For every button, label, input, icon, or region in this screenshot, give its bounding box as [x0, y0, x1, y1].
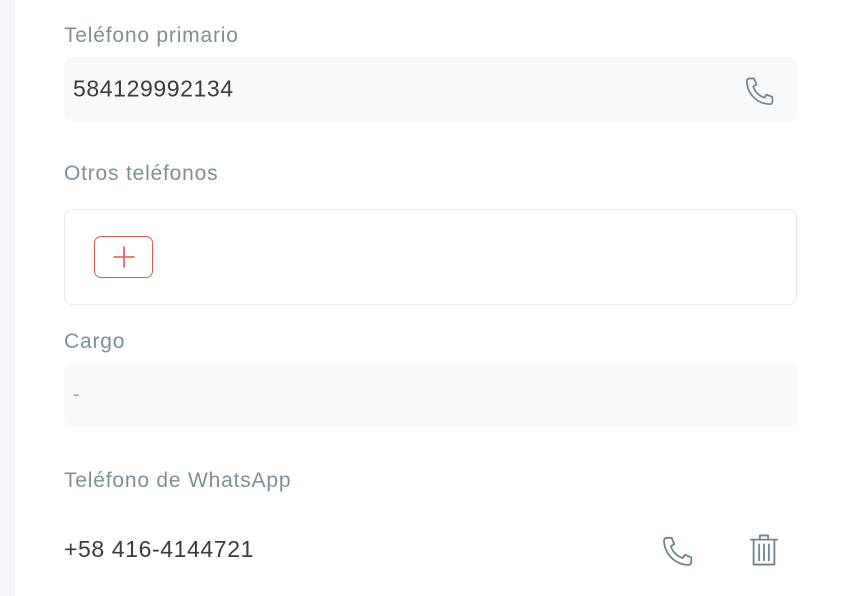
primary-phone-label: Teléfono primario — [64, 24, 239, 47]
whatsapp-phone-value: +58 416-4144721 — [64, 536, 254, 562]
add-phone-button[interactable] — [94, 236, 153, 278]
left-border-strip — [0, 0, 15, 596]
whatsapp-phone-label: Teléfono de WhatsApp — [64, 469, 292, 492]
other-phones-box — [64, 209, 797, 305]
phone-icon — [745, 77, 774, 106]
whatsapp-phone-delete-button[interactable] — [746, 531, 782, 569]
primary-phone-call-button[interactable] — [742, 73, 778, 109]
primary-phone-field: 584129992134 — [64, 57, 797, 121]
plus-icon — [112, 246, 135, 268]
primary-phone-value: 584129992134 — [73, 75, 234, 102]
whatsapp-phone-call-button[interactable] — [659, 532, 697, 570]
position-value: - — [73, 383, 81, 406]
phone-icon — [663, 536, 693, 566]
other-phones-label: Otros teléfonos — [64, 162, 219, 185]
position-field[interactable]: - — [64, 363, 797, 427]
trash-icon — [749, 534, 779, 566]
position-label: Cargo — [64, 330, 126, 353]
contact-details-panel: Teléfono primario 584129992134 Otros tel… — [15, 0, 848, 596]
